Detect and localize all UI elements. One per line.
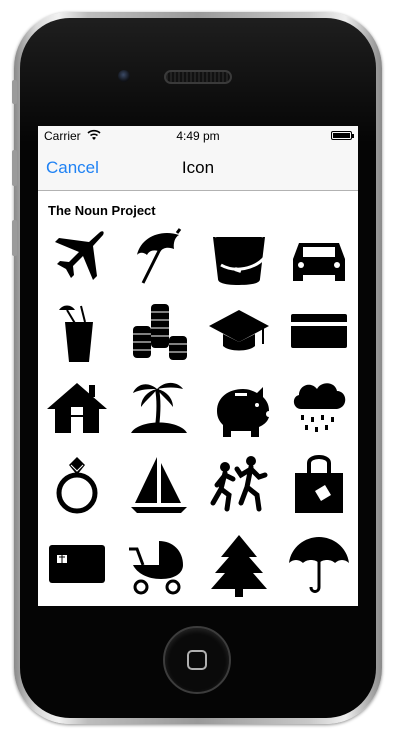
navigation-bar: Cancel Icon: [38, 146, 358, 191]
sailboat-icon[interactable]: [127, 453, 191, 517]
airplane-icon[interactable]: [45, 225, 109, 289]
ring-icon[interactable]: [45, 453, 109, 517]
umbrella-icon[interactable]: [287, 533, 351, 597]
piggy-bank-icon[interactable]: [207, 375, 271, 439]
battery-icon: [331, 131, 354, 140]
tree-icon[interactable]: [207, 533, 271, 597]
car-icon[interactable]: [287, 225, 351, 289]
screen: Carrier 4:49 pm Cancel Icon The Noun Pro…: [38, 126, 358, 606]
section-title: The Noun Project: [48, 203, 156, 218]
drink-icon[interactable]: [45, 300, 109, 364]
volume-up-button: [12, 150, 17, 186]
mute-switch: [12, 80, 17, 104]
graduation-cap-icon[interactable]: [207, 300, 271, 364]
beach-umbrella-icon[interactable]: [127, 225, 191, 289]
home-button[interactable]: [163, 626, 231, 694]
coins-stack-icon[interactable]: [127, 300, 191, 364]
credit-card-icon[interactable]: [287, 300, 351, 364]
nav-title: Icon: [181, 158, 215, 177]
home-square-icon: [187, 650, 207, 670]
bucket-icon[interactable]: [207, 225, 271, 289]
running-people-icon[interactable]: [207, 453, 271, 517]
icon-grid: [38, 217, 358, 606]
rain-cloud-icon[interactable]: [287, 375, 351, 439]
front-camera: [118, 70, 130, 82]
shopping-bag-icon[interactable]: [287, 453, 351, 517]
stroller-icon[interactable]: [127, 533, 191, 597]
house-icon[interactable]: [45, 375, 109, 439]
island-icon[interactable]: [127, 375, 191, 439]
earpiece-speaker: [164, 70, 232, 84]
chip-card-icon[interactable]: [45, 533, 109, 597]
volume-down-button: [12, 220, 17, 256]
status-bar: Carrier 4:49 pm: [38, 126, 358, 146]
status-time: 4:49 pm: [176, 129, 220, 143]
